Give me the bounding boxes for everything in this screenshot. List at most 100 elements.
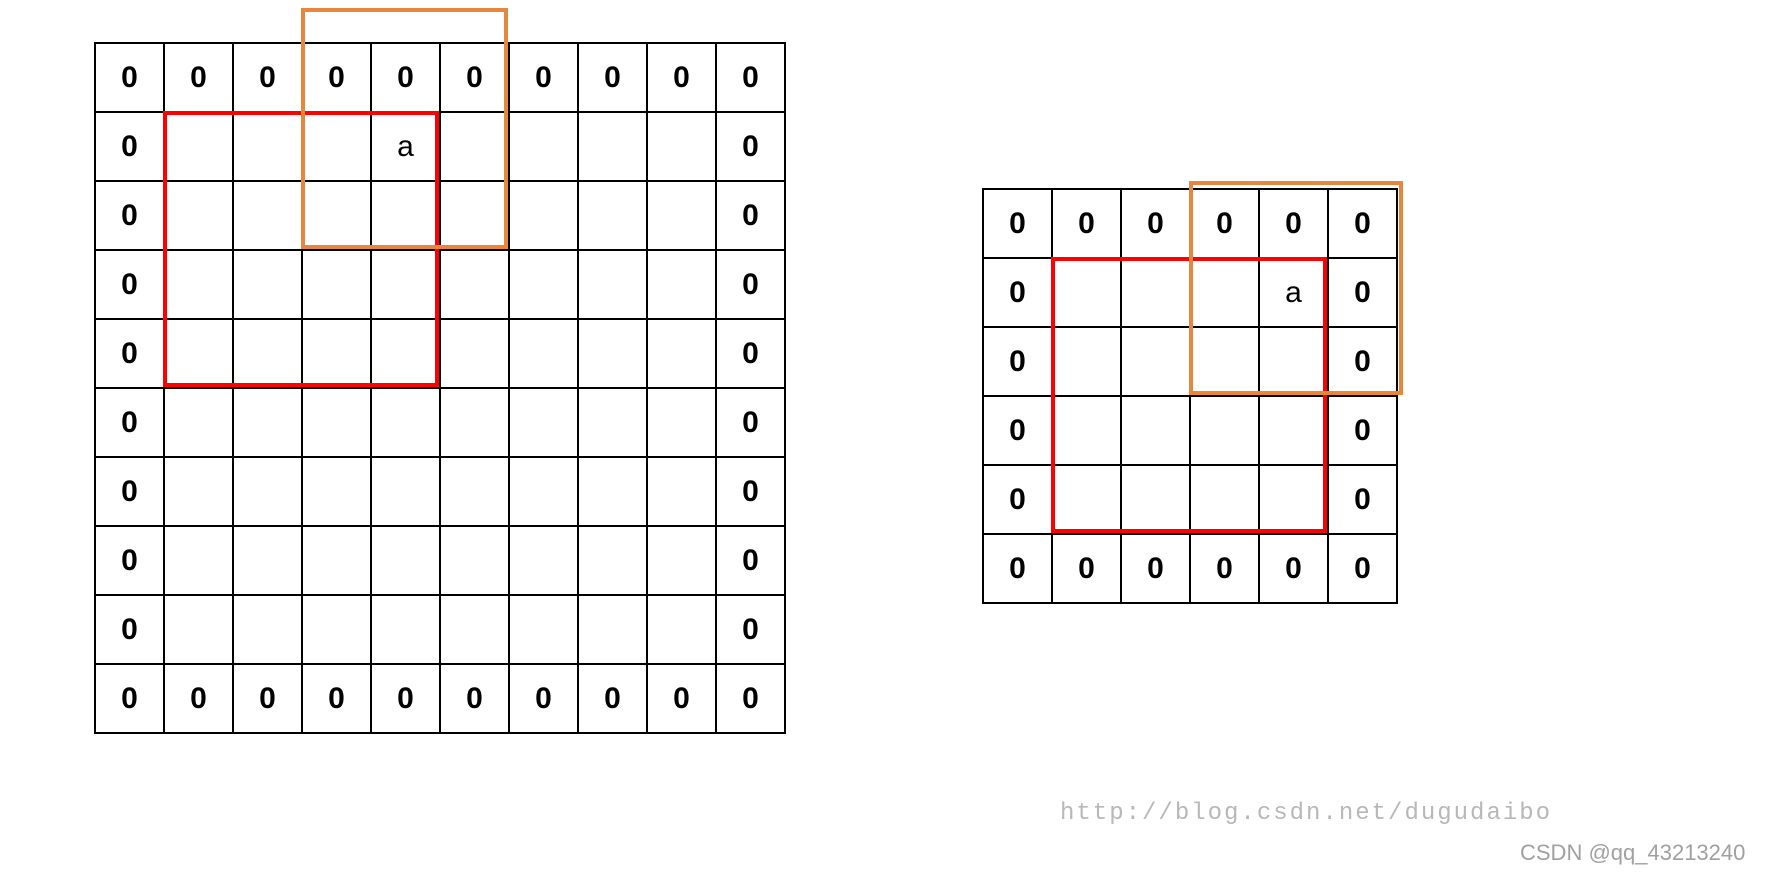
grid-a-cell-3-7 bbox=[578, 250, 647, 319]
grid-a-cell-6-6 bbox=[509, 457, 578, 526]
grid-a-cell-2-4 bbox=[371, 181, 440, 250]
grid-a-cell-4-7 bbox=[578, 319, 647, 388]
grid-b-cell-0-3: 0 bbox=[1190, 189, 1259, 258]
grid-a-cell-4-1 bbox=[164, 319, 233, 388]
grid-b-cell-5-5: 0 bbox=[1328, 534, 1397, 603]
grid-a-cell-7-0: 0 bbox=[95, 526, 164, 595]
grid-b-cell-0-2: 0 bbox=[1121, 189, 1190, 258]
grid-a-cell-5-5 bbox=[440, 388, 509, 457]
grid-a-cell-8-9: 0 bbox=[716, 595, 785, 664]
grid-a-cell-8-6 bbox=[509, 595, 578, 664]
grid-a-cell-1-4: a bbox=[371, 112, 440, 181]
grid-a-cell-1-0: 0 bbox=[95, 112, 164, 181]
grid-a-cell-6-2 bbox=[233, 457, 302, 526]
grid-a-cell-9-5: 0 bbox=[440, 664, 509, 733]
grid-a-cell-7-3 bbox=[302, 526, 371, 595]
grid-a-cell-6-5 bbox=[440, 457, 509, 526]
grid-b-cell-3-3 bbox=[1190, 396, 1259, 465]
grid-b-cell-2-4 bbox=[1259, 327, 1328, 396]
grid-a-cell-5-9: 0 bbox=[716, 388, 785, 457]
grid-b-cell-2-1 bbox=[1052, 327, 1121, 396]
grid-a-cell-3-5 bbox=[440, 250, 509, 319]
grid-a-cell-0-2: 0 bbox=[233, 43, 302, 112]
grid-a-cell-8-7 bbox=[578, 595, 647, 664]
grid-a-cell-9-9: 0 bbox=[716, 664, 785, 733]
grid-a-cell-3-1 bbox=[164, 250, 233, 319]
grid-b-cell-2-5: 0 bbox=[1328, 327, 1397, 396]
grid-b-cell-2-0: 0 bbox=[983, 327, 1052, 396]
grid-a-cell-6-8 bbox=[647, 457, 716, 526]
grid-a-cell-6-4 bbox=[371, 457, 440, 526]
grid-a-cell-2-9: 0 bbox=[716, 181, 785, 250]
grid-a-cell-0-4: 0 bbox=[371, 43, 440, 112]
grid-a-cell-5-2 bbox=[233, 388, 302, 457]
grid-a-cell-3-9: 0 bbox=[716, 250, 785, 319]
grid-b-cell-4-3 bbox=[1190, 465, 1259, 534]
grid-a-cell-4-0: 0 bbox=[95, 319, 164, 388]
grid-a-cell-1-2 bbox=[233, 112, 302, 181]
grid-a-cell-6-9: 0 bbox=[716, 457, 785, 526]
grid-b-cell-0-5: 0 bbox=[1328, 189, 1397, 258]
grid-a-cell-3-2 bbox=[233, 250, 302, 319]
grid-a-cell-2-5 bbox=[440, 181, 509, 250]
grid-b-cell-4-4 bbox=[1259, 465, 1328, 534]
watermark-blog-url: http://blog.csdn.net/dugudaibo bbox=[1060, 800, 1552, 827]
grid-a-cell-9-8: 0 bbox=[647, 664, 716, 733]
grid-b-cell-0-0: 0 bbox=[983, 189, 1052, 258]
grid-a-cell-1-1 bbox=[164, 112, 233, 181]
grid-a-cell-1-5 bbox=[440, 112, 509, 181]
grid-a-cell-1-3 bbox=[302, 112, 371, 181]
grid-a-cell-6-3 bbox=[302, 457, 371, 526]
grid-b-cell-3-1 bbox=[1052, 396, 1121, 465]
grid-a-cell-5-6 bbox=[509, 388, 578, 457]
grid-b-cell-3-5: 0 bbox=[1328, 396, 1397, 465]
grid-a-cell-9-0: 0 bbox=[95, 664, 164, 733]
grid-a-cell-5-4 bbox=[371, 388, 440, 457]
grid-a-cell-3-8 bbox=[647, 250, 716, 319]
grid-a-cell-6-7 bbox=[578, 457, 647, 526]
grid-b-cell-4-2 bbox=[1121, 465, 1190, 534]
grid-a-cell-7-2 bbox=[233, 526, 302, 595]
grid-a-cell-0-8: 0 bbox=[647, 43, 716, 112]
grid-a-cell-1-7 bbox=[578, 112, 647, 181]
grid-b-cell-5-1: 0 bbox=[1052, 534, 1121, 603]
grid-b-cell-0-1: 0 bbox=[1052, 189, 1121, 258]
grid-a-cell-8-5 bbox=[440, 595, 509, 664]
grid-a-cell-4-8 bbox=[647, 319, 716, 388]
grid-b-cell-2-2 bbox=[1121, 327, 1190, 396]
grid-a-cell-7-9: 0 bbox=[716, 526, 785, 595]
grid-b: 0000000a0000000000000 bbox=[982, 188, 1398, 604]
grid-a-cell-3-3 bbox=[302, 250, 371, 319]
grid-a-cell-6-0: 0 bbox=[95, 457, 164, 526]
grid-a-cell-8-4 bbox=[371, 595, 440, 664]
grid-a-cell-4-9: 0 bbox=[716, 319, 785, 388]
grid-a-cell-3-6 bbox=[509, 250, 578, 319]
grid-a-cell-1-8 bbox=[647, 112, 716, 181]
grid-a-cell-0-9: 0 bbox=[716, 43, 785, 112]
grid-a-cell-4-4 bbox=[371, 319, 440, 388]
grid-a-cell-8-3 bbox=[302, 595, 371, 664]
grid-a-cell-2-0: 0 bbox=[95, 181, 164, 250]
grid-b-cell-5-0: 0 bbox=[983, 534, 1052, 603]
grid-b-cell-3-0: 0 bbox=[983, 396, 1052, 465]
grid-a-cell-5-3 bbox=[302, 388, 371, 457]
grid-a-cell-7-6 bbox=[509, 526, 578, 595]
grid-a-cell-4-2 bbox=[233, 319, 302, 388]
grid-a-cell-0-5: 0 bbox=[440, 43, 509, 112]
grid-a-cell-8-2 bbox=[233, 595, 302, 664]
grid-b-cell-4-0: 0 bbox=[983, 465, 1052, 534]
grid-a-cell-5-1 bbox=[164, 388, 233, 457]
grid-a-cell-2-2 bbox=[233, 181, 302, 250]
grid-a-cell-2-3 bbox=[302, 181, 371, 250]
grid-b-cell-5-4: 0 bbox=[1259, 534, 1328, 603]
grid-a-cell-2-7 bbox=[578, 181, 647, 250]
grid-a-cell-2-1 bbox=[164, 181, 233, 250]
grid-a-cell-2-8 bbox=[647, 181, 716, 250]
grid-a-cell-4-3 bbox=[302, 319, 371, 388]
grid-a-cell-9-4: 0 bbox=[371, 664, 440, 733]
grid-b-cell-1-0: 0 bbox=[983, 258, 1052, 327]
grid-a-cell-8-8 bbox=[647, 595, 716, 664]
grid-a-cell-5-8 bbox=[647, 388, 716, 457]
grid-a-cell-0-6: 0 bbox=[509, 43, 578, 112]
grid-b-cell-4-1 bbox=[1052, 465, 1121, 534]
